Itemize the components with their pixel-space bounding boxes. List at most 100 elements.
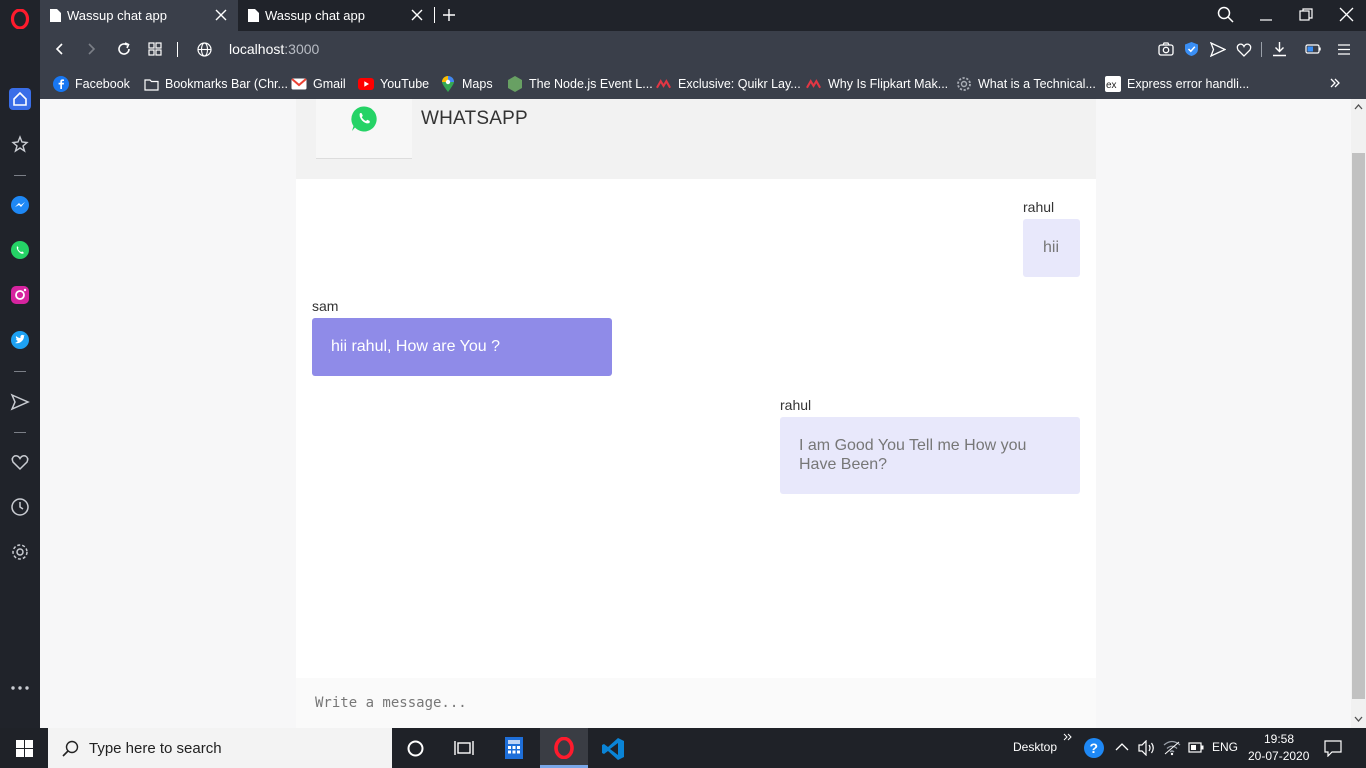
- tab-active[interactable]: Wassup chat app: [40, 0, 238, 31]
- desktop-toolbar-label[interactable]: Desktop: [1013, 740, 1057, 754]
- clock-time[interactable]: 19:58: [1264, 732, 1294, 746]
- more-dots-icon[interactable]: [9, 677, 31, 699]
- bookmark-folder[interactable]: Bookmarks Bar (Chr...: [143, 75, 288, 93]
- opera-logo-icon[interactable]: [9, 8, 31, 30]
- windows-taskbar: Type here to search Desktop ? ENG 19:58 …: [0, 728, 1366, 768]
- whatsapp-logo-icon: [351, 106, 377, 132]
- more-bookmarks-chevron-icon[interactable]: [1329, 77, 1341, 89]
- vscode-icon[interactable]: [601, 737, 625, 761]
- tab-title: Wassup chat app: [67, 8, 167, 23]
- taskbar-opera-button[interactable]: [540, 728, 588, 768]
- bookmark-facebook[interactable]: Facebook: [53, 75, 130, 93]
- close-tab-icon[interactable]: [410, 8, 424, 22]
- tab-inactive[interactable]: Wassup chat app: [238, 0, 434, 31]
- messenger-icon[interactable]: [9, 194, 31, 216]
- help-question-icon[interactable]: ?: [1083, 737, 1105, 759]
- close-window-icon[interactable]: [1339, 7, 1354, 22]
- whatsapp-sidebar-icon[interactable]: [9, 239, 31, 261]
- tab-strip: Wassup chat app Wassup chat app: [40, 0, 1366, 31]
- scroll-up-arrow-icon[interactable]: [1354, 104, 1363, 110]
- battery-icon[interactable]: [1188, 742, 1204, 753]
- url-field[interactable]: localhost:3000: [229, 41, 319, 57]
- sidebar-divider: [14, 432, 26, 433]
- chat-header: WHATSAPP: [296, 99, 1096, 179]
- calculator-icon[interactable]: [505, 737, 523, 759]
- bookmark-gmail[interactable]: Gmail: [291, 75, 346, 93]
- scroll-down-arrow-icon[interactable]: [1354, 716, 1363, 722]
- bookmark-label: Express error handli...: [1127, 77, 1250, 91]
- task-view-icon[interactable]: [454, 739, 474, 757]
- sidebar-divider: [14, 175, 26, 176]
- new-tab-plus-icon[interactable]: [442, 8, 456, 22]
- opera-browser-icon: [554, 737, 574, 759]
- adblock-shield-icon[interactable]: [1184, 41, 1199, 57]
- back-icon[interactable]: [53, 42, 67, 56]
- bookmark-label: YouTube: [380, 77, 430, 91]
- tab-title: Wassup chat app: [265, 8, 365, 23]
- svg-text:?: ?: [1090, 740, 1099, 756]
- bookmark-youtube[interactable]: YouTube: [358, 75, 429, 93]
- logo-container: [316, 99, 412, 159]
- home-icon[interactable]: [9, 88, 31, 110]
- settings-gear-icon[interactable]: [9, 541, 31, 563]
- url-port: :3000: [284, 41, 320, 57]
- reload-icon[interactable]: [116, 41, 132, 57]
- volume-speaker-icon[interactable]: [1138, 740, 1156, 756]
- notifications-icon[interactable]: [1324, 740, 1342, 757]
- tabs-grid-icon[interactable]: [148, 42, 162, 56]
- facebook-icon: [53, 76, 69, 92]
- windows-start-icon[interactable]: [16, 740, 33, 757]
- flow-send-icon[interactable]: [9, 391, 31, 413]
- snapshot-camera-icon[interactable]: [1158, 42, 1174, 56]
- bookmark-express[interactable]: ex Express error handli...: [1105, 75, 1249, 93]
- network-wifi-icon[interactable]: [1163, 740, 1181, 756]
- toolbar-expand-chevron-icon[interactable]: [1063, 733, 1072, 741]
- search-tabs-icon[interactable]: [1217, 6, 1234, 23]
- speed-dial-icon[interactable]: [9, 133, 31, 155]
- instagram-icon[interactable]: [9, 284, 31, 306]
- svg-text:ex: ex: [1106, 80, 1117, 91]
- forward-icon[interactable]: [84, 42, 98, 56]
- url-host: localhost: [229, 41, 285, 57]
- restore-icon[interactable]: [1299, 8, 1313, 22]
- bookmark-label: Gmail: [313, 77, 346, 91]
- gmail-icon: [291, 76, 307, 92]
- bookmark-nodejs[interactable]: The Node.js Event L...: [507, 75, 653, 93]
- close-tab-icon[interactable]: [214, 8, 228, 22]
- message-sender: sam: [312, 298, 339, 314]
- screen: Wassup chat app Wassup chat app localhos…: [0, 0, 1366, 768]
- taskbar-search-box[interactable]: Type here to search: [48, 728, 392, 768]
- download-icon[interactable]: [1272, 41, 1287, 57]
- history-clock-icon[interactable]: [9, 496, 31, 518]
- twitter-icon[interactable]: [9, 329, 31, 351]
- maps-icon: [440, 76, 456, 92]
- search-icon: [62, 740, 79, 757]
- express-icon: ex: [1105, 76, 1121, 92]
- scrollbar-thumb[interactable]: [1352, 153, 1365, 699]
- globe-icon[interactable]: [197, 42, 212, 57]
- opera-sidebar: [0, 0, 40, 728]
- news-icon: [806, 76, 822, 92]
- bookmark-maps[interactable]: Maps: [440, 75, 493, 93]
- bookmark-technical[interactable]: What is a Technical...: [956, 75, 1096, 93]
- page-scrollbar[interactable]: [1351, 99, 1366, 728]
- minimize-icon[interactable]: [1259, 8, 1273, 22]
- input-language-indicator[interactable]: ENG: [1212, 740, 1238, 754]
- show-hidden-icons-chevron-icon[interactable]: [1115, 742, 1129, 752]
- nodejs-icon: [507, 76, 523, 92]
- battery-saver-icon[interactable]: [1305, 44, 1321, 54]
- bookmark-quikr[interactable]: Exclusive: Quikr Lay...: [656, 75, 801, 93]
- clock-date[interactable]: 20-07-2020: [1248, 749, 1309, 763]
- send-to-flow-icon[interactable]: [1210, 42, 1226, 57]
- bookmark-label: Bookmarks Bar (Chr...: [165, 77, 288, 91]
- bookmark-heart-icon[interactable]: [1236, 42, 1252, 57]
- bookmark-flipkart[interactable]: Why Is Flipkart Mak...: [806, 75, 948, 93]
- message-bubble-received: hii rahul, How are You ?: [312, 318, 612, 376]
- cortana-circle-icon[interactable]: [407, 740, 424, 757]
- message-input[interactable]: [296, 678, 1096, 728]
- easy-setup-menu-icon[interactable]: [1337, 43, 1351, 56]
- bookmark-label: What is a Technical...: [978, 77, 1096, 91]
- app-title: WHATSAPP: [421, 108, 528, 129]
- heart-icon[interactable]: [9, 451, 31, 473]
- message-sender: rahul: [1023, 199, 1055, 215]
